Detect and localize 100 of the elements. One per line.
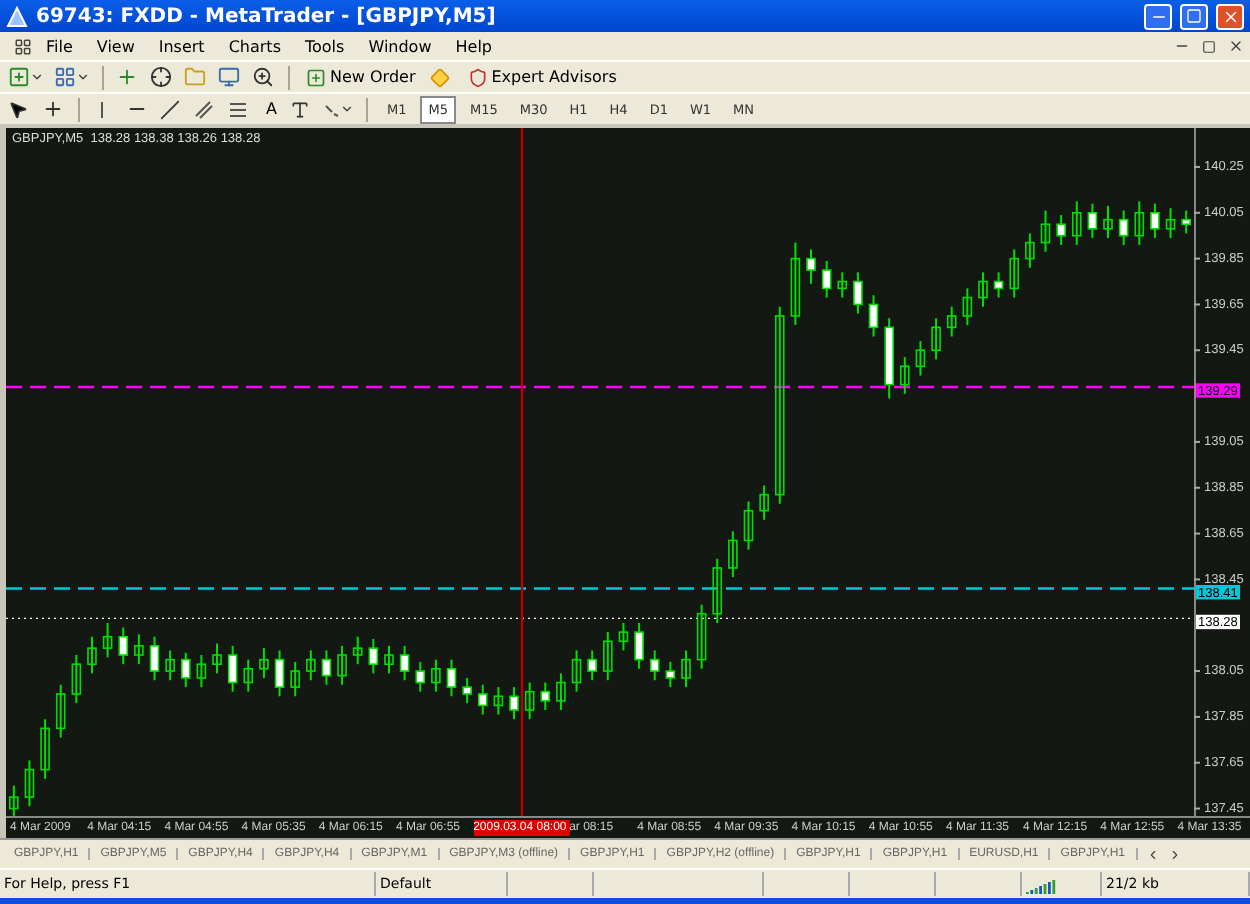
candle	[1087, 202, 1098, 239]
candle	[603, 631, 613, 682]
candle	[712, 557, 723, 624]
close-icon	[1221, 7, 1239, 25]
maximize-icon	[1186, 8, 1202, 24]
candle	[352, 635, 363, 666]
candle	[915, 340, 926, 377]
candle	[1009, 248, 1020, 299]
candle	[728, 530, 738, 579]
menu-item[interactable]: Tools	[294, 37, 355, 55]
candle	[931, 317, 941, 361]
candle	[1071, 200, 1082, 246]
candle	[884, 317, 894, 400]
candle	[946, 305, 957, 338]
candle	[1040, 209, 1051, 253]
candle	[384, 644, 394, 675]
candle	[649, 649, 660, 682]
add-chart-icon	[8, 66, 30, 88]
restore-icon[interactable]	[1202, 39, 1216, 53]
candle	[587, 649, 597, 682]
app-icon	[6, 5, 28, 27]
candle	[165, 649, 175, 682]
candle	[306, 649, 316, 682]
candle	[571, 649, 582, 693]
caret-icon	[76, 70, 90, 84]
candle	[821, 259, 832, 299]
candle	[1150, 202, 1160, 239]
new-order-button[interactable]: New Order	[300, 63, 422, 91]
candle	[540, 681, 551, 711]
candle	[1025, 232, 1035, 269]
candle	[1118, 209, 1129, 246]
monitor-icon[interactable]	[216, 63, 244, 91]
menu-item[interactable]: View	[86, 37, 145, 55]
candle	[993, 271, 1004, 299]
candle	[493, 686, 504, 716]
caret-icon	[340, 102, 355, 116]
candle	[118, 626, 129, 666]
candle	[1134, 200, 1145, 246]
caret-icon	[30, 70, 44, 84]
candle	[759, 484, 769, 521]
candle	[790, 241, 801, 327]
candle	[40, 718, 50, 780]
menu-item[interactable]: Help	[445, 37, 502, 55]
candle	[1181, 209, 1191, 235]
zoom-icon[interactable]	[250, 63, 278, 91]
candle	[243, 658, 254, 693]
scroll-right-icon[interactable]	[1167, 847, 1182, 861]
candle	[431, 658, 441, 693]
candle	[853, 271, 863, 315]
candle	[837, 271, 848, 299]
menu-item[interactable]: Window	[358, 37, 442, 55]
close-icon[interactable]	[1228, 38, 1244, 54]
shield-icon	[467, 67, 488, 87]
candle	[24, 759, 35, 808]
candle	[87, 635, 97, 675]
candle	[462, 676, 472, 705]
candle	[524, 681, 535, 721]
candle	[368, 638, 379, 675]
candle	[274, 649, 285, 698]
candle	[1165, 207, 1176, 239]
candle	[743, 500, 754, 551]
scroll-left-icon[interactable]	[1145, 847, 1160, 861]
plus-icon	[306, 67, 326, 87]
candle	[102, 621, 113, 659]
candle	[868, 294, 879, 338]
new-chart-button[interactable]	[6, 63, 46, 91]
candle	[556, 672, 566, 711]
minimize-button[interactable]	[1144, 3, 1172, 29]
candle	[180, 651, 191, 689]
candle	[337, 644, 347, 686]
candle	[900, 356, 910, 395]
expert-advisors-button[interactable]: Expert Advisors	[461, 63, 623, 91]
candle	[1103, 204, 1113, 239]
maximize-button[interactable]	[1180, 3, 1208, 29]
window-title: 69743: FXDD - MetaTrader - [GBPJPY,M5]	[36, 5, 498, 27]
candle	[618, 621, 629, 652]
candle	[634, 621, 644, 670]
menu-item[interactable]: Charts	[218, 37, 291, 55]
candle	[415, 660, 426, 693]
candle	[1056, 214, 1066, 246]
crosshair-icon[interactable]	[148, 63, 176, 91]
menu-item[interactable]: File	[36, 37, 83, 55]
connection-bars-icon	[1026, 875, 1058, 893]
candle	[446, 658, 457, 698]
candle	[9, 784, 19, 816]
candle	[290, 660, 300, 698]
candle	[259, 647, 269, 679]
candle	[806, 248, 816, 285]
candle	[962, 287, 973, 327]
menu-item[interactable]: Insert	[148, 37, 215, 55]
arrow-icon	[324, 101, 341, 117]
text-tool-button[interactable]: A	[260, 95, 283, 123]
candle	[477, 683, 488, 716]
candle	[149, 635, 160, 682]
profiles-button[interactable]	[52, 63, 92, 91]
candle	[681, 649, 691, 689]
candle	[696, 603, 707, 670]
candle	[212, 642, 222, 675]
close-button[interactable]	[1216, 3, 1244, 29]
candle	[227, 644, 238, 693]
